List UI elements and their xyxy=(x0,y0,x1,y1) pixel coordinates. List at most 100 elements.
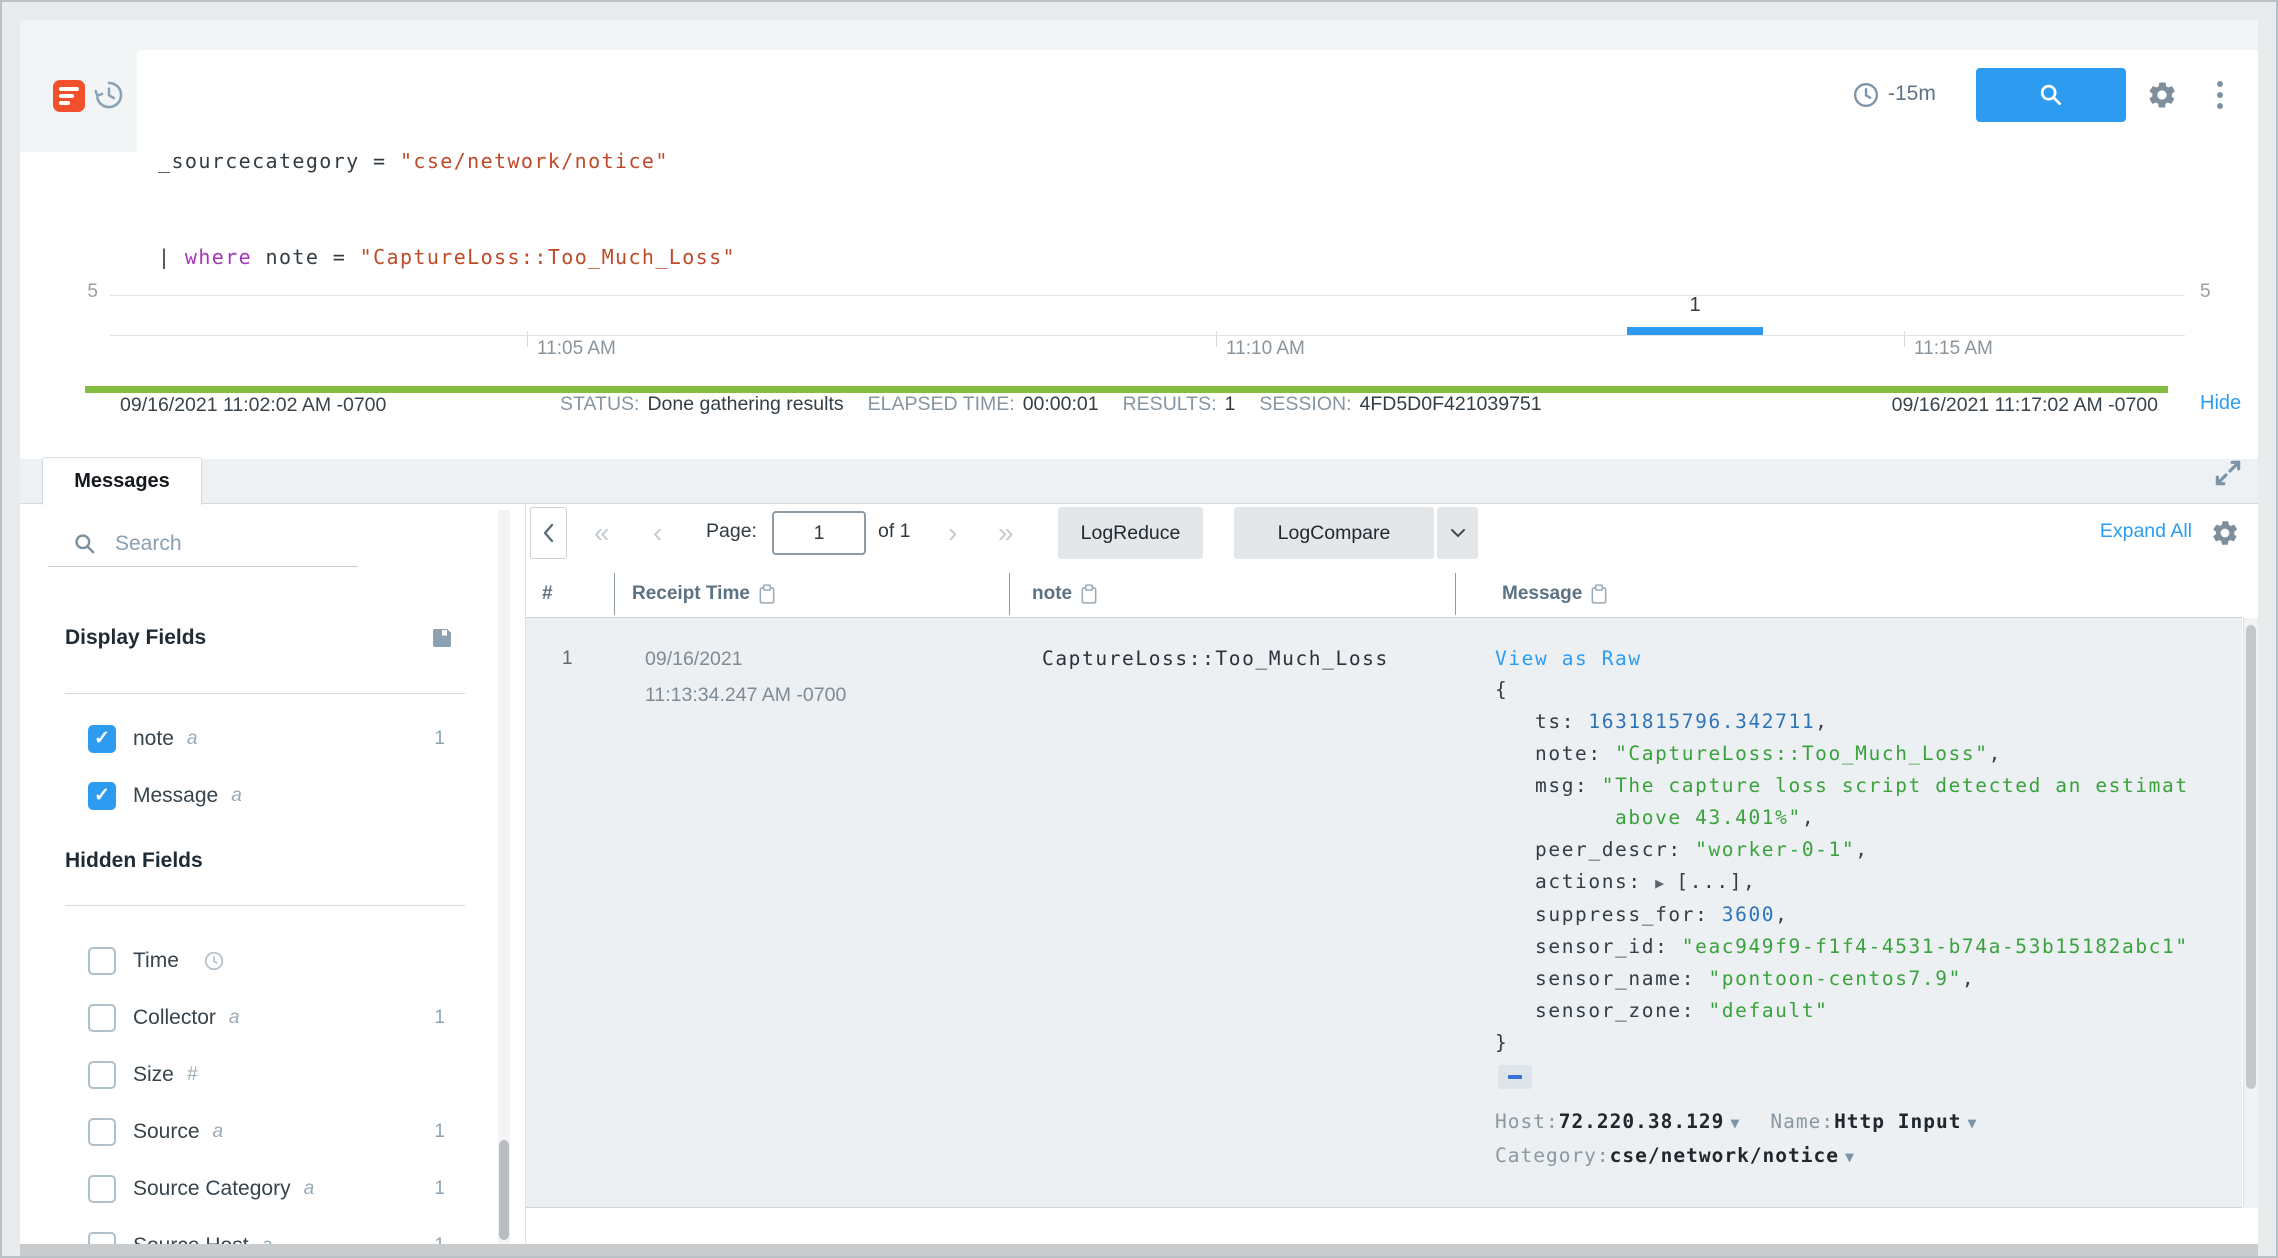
logcompare-label: LogCompare xyxy=(1278,522,1391,545)
search-query-input[interactable]: _sourcecategory = "cse/network/notice" |… xyxy=(158,81,1808,337)
next-page-icon[interactable]: › xyxy=(948,516,957,550)
horizontal-scrollbar[interactable] xyxy=(20,1244,2258,1258)
field-row-note[interactable]: ✓notea1 xyxy=(20,710,465,767)
string-type-icon: a xyxy=(187,728,198,750)
receipt-time-cell: 11:13:34.247 AM -0700 xyxy=(645,684,846,707)
field-checkbox[interactable]: ✓ xyxy=(88,725,116,753)
search-header: _sourcecategory = "cse/network/notice" |… xyxy=(20,20,2258,152)
logcompare-dropdown-button[interactable] xyxy=(1437,507,1478,559)
field-search-icon xyxy=(72,531,98,557)
column-header-message[interactable]: Message xyxy=(1502,583,1607,605)
expand-panel-icon[interactable] xyxy=(2212,457,2244,489)
message-json-line: sensor_name: "pontoon-centos7.9", xyxy=(1495,963,2235,995)
column-separator[interactable] xyxy=(1455,573,1456,615)
field-checkbox[interactable] xyxy=(88,1232,116,1245)
column-header-index[interactable]: # xyxy=(542,583,553,605)
copy-column-icon[interactable] xyxy=(1591,584,1607,604)
token-plain: actions: xyxy=(1495,870,1655,893)
status-segment-label: RESULTS: xyxy=(1123,393,1217,416)
message-json-line: sensor_id: "eac949f9-f1f4-4531-b74a-53b1… xyxy=(1495,931,2235,963)
expand-all-link[interactable]: Expand All xyxy=(2072,520,2192,543)
start-search-button[interactable] xyxy=(1976,68,2126,122)
sidebar-scrollbar-track[interactable] xyxy=(498,510,510,1244)
status-segment-value: 00:00:01 xyxy=(1023,393,1099,416)
tab-messages[interactable]: Messages xyxy=(42,457,202,505)
field-checkbox[interactable] xyxy=(88,947,116,975)
previous-page-icon[interactable]: ‹ xyxy=(653,516,662,550)
message-json-line: suppress_for: 3600, xyxy=(1495,899,2235,931)
field-label: Source Category xyxy=(133,1177,291,1201)
first-page-icon[interactable]: « xyxy=(594,516,610,550)
copy-column-icon[interactable] xyxy=(1081,584,1097,604)
table-settings-gear-icon[interactable] xyxy=(2210,518,2240,548)
token-plain: suppress_for: xyxy=(1495,903,1722,926)
name-value: Http Input xyxy=(1834,1110,1961,1133)
more-options-kebab-icon[interactable] xyxy=(2212,79,2228,111)
copy-column-icon[interactable] xyxy=(759,584,775,604)
row-index-cell: 1 xyxy=(562,648,573,670)
field-checkbox[interactable] xyxy=(88,1004,116,1032)
search-history-icon[interactable] xyxy=(92,78,126,112)
table-scrollbar-thumb[interactable] xyxy=(2246,625,2256,1089)
view-as-raw-link[interactable]: View as Raw xyxy=(1495,647,1642,670)
histogram-bar[interactable] xyxy=(1627,327,1763,335)
logcompare-button[interactable]: LogCompare xyxy=(1234,507,1434,559)
token-num: 3600 xyxy=(1722,903,1775,926)
token-plain: , xyxy=(1802,806,1815,829)
token-str: "The capture loss script detected an est… xyxy=(1602,774,2189,797)
name-dropdown-icon[interactable]: ▼ xyxy=(1967,1114,1977,1132)
category-dropdown-icon[interactable]: ▼ xyxy=(1845,1148,1855,1166)
search-settings-gear-icon[interactable] xyxy=(2146,79,2178,111)
token-plain: { xyxy=(1495,678,1508,701)
sidebar-scrollbar-thumb[interactable] xyxy=(499,1140,509,1240)
field-search-underline xyxy=(48,566,358,567)
category-label: Category: xyxy=(1495,1144,1610,1167)
field-checkbox[interactable] xyxy=(88,1118,116,1146)
field-row-message[interactable]: ✓Messagea xyxy=(20,767,465,824)
x-tick-label: 11:15 AM xyxy=(1914,338,1993,360)
token-plain: , xyxy=(1775,903,1788,926)
column-header-receipt-time[interactable]: Receipt Time xyxy=(632,583,775,605)
display-fields-title: Display Fields xyxy=(65,626,206,650)
time-range-clock-icon[interactable] xyxy=(1852,81,1880,109)
hide-histogram-link[interactable]: Hide xyxy=(2200,392,2241,415)
field-row-time[interactable]: Time xyxy=(20,932,465,989)
field-checkbox[interactable]: ✓ xyxy=(88,782,116,810)
token-str: "pontoon-centos7.9" xyxy=(1708,967,1961,990)
token-qkey: where xyxy=(185,245,252,269)
note-cell: CaptureLoss::Too_Much_Loss xyxy=(1042,647,1389,670)
column-header-label: Message xyxy=(1502,583,1582,605)
field-label: Collector xyxy=(133,1006,216,1030)
field-checkbox[interactable] xyxy=(88,1061,116,1089)
column-header-note[interactable]: note xyxy=(1032,583,1097,605)
log-search-icon xyxy=(53,80,85,112)
field-row-source[interactable]: Sourcea1 xyxy=(20,1103,465,1160)
field-row-source-host[interactable]: Source Hosta1 xyxy=(20,1217,465,1244)
field-row-collector[interactable]: Collectora1 xyxy=(20,989,465,1046)
message-json-line: sensor_zone: "default" xyxy=(1495,995,2235,1027)
page-of-label: of 1 xyxy=(878,520,911,543)
hidden-fields-title: Hidden Fields xyxy=(65,849,203,873)
string-type-icon: a xyxy=(231,785,242,807)
field-row-source-category[interactable]: Source Categorya1 xyxy=(20,1160,465,1217)
host-dropdown-icon[interactable]: ▼ xyxy=(1730,1114,1740,1132)
time-field-icon xyxy=(191,950,225,972)
expand-array-icon[interactable]: ▶ xyxy=(1655,874,1676,892)
field-label: note xyxy=(133,727,174,751)
message-meta-row-1: Host:72.220.38.129▼ Name:Http Input▼ xyxy=(1495,1110,1978,1133)
collapse-message-button[interactable] xyxy=(1498,1065,1532,1089)
time-range-value[interactable]: -15m xyxy=(1888,82,1936,106)
collapse-sidebar-button[interactable] xyxy=(530,507,567,559)
token-plain: ts: xyxy=(1495,710,1588,733)
last-page-icon[interactable]: » xyxy=(998,516,1014,550)
column-separator[interactable] xyxy=(1009,573,1010,615)
field-row-size[interactable]: Size# xyxy=(20,1046,465,1103)
logreduce-button[interactable]: LogReduce xyxy=(1058,507,1203,559)
column-separator[interactable] xyxy=(614,573,615,615)
divider xyxy=(65,693,465,694)
field-checkbox[interactable] xyxy=(88,1175,116,1203)
token-str: above 43.401%" xyxy=(1495,806,1802,829)
save-fields-icon[interactable] xyxy=(430,626,454,650)
field-search-input[interactable]: Search xyxy=(115,532,182,556)
page-number-input[interactable] xyxy=(772,511,866,555)
